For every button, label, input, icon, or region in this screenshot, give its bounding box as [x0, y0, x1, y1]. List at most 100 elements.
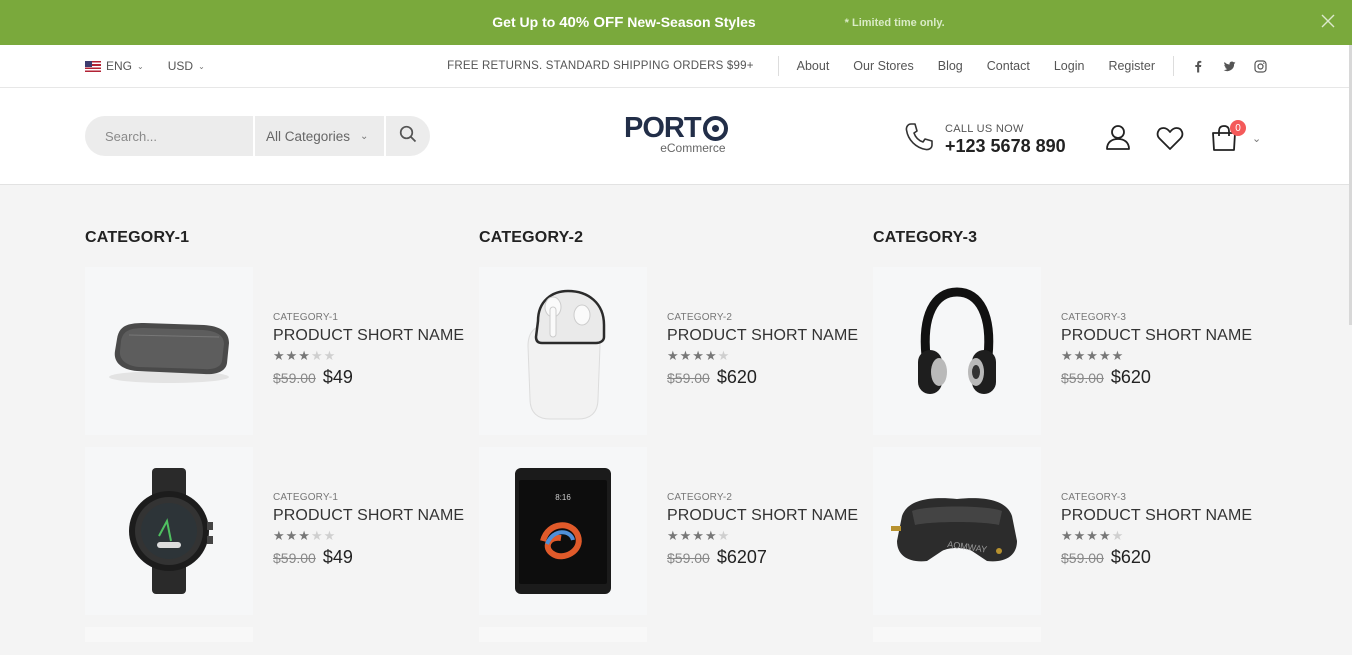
product-card: CATEGORY-1 PRODUCT SHORT NAME ★★★★★ $59.… — [85, 447, 479, 615]
product-name[interactable]: PRODUCT SHORT NAME — [273, 327, 464, 345]
search-icon — [399, 125, 417, 148]
logo[interactable]: PORT eCommerce — [624, 113, 728, 155]
language-label: ENG — [106, 59, 133, 73]
product-card: CATEGORY-1 PRODUCT SHORT NAME ★★★★★ $59.… — [85, 267, 479, 435]
top-bar: ENG ⌄ USD ⌄ FREE RETURNS. STANDARD SHIPP… — [0, 45, 1352, 88]
main-header: All Categories ⌄ PORT eCommerce CALL US … — [0, 88, 1352, 185]
rating-stars: ★★★★★ — [273, 528, 337, 543]
chevron-down-icon[interactable]: ⌄ — [1252, 132, 1261, 145]
product-image-speaker[interactable] — [85, 267, 253, 435]
category-column: CATEGORY-1 CATEGORY-1 PRODUCT SHORT NAME… — [85, 185, 479, 642]
product-card: 8:16 CATEGORY-2 PRODUCT SHORT NAME ★★★★★… — [479, 447, 873, 615]
instagram-icon[interactable] — [1254, 59, 1267, 73]
product-price: $59.00 $620 — [1061, 547, 1252, 568]
product-price: $59.00 $620 — [667, 367, 858, 388]
rating-stars: ★★★★★ — [667, 348, 731, 363]
product-card-partial — [873, 627, 1041, 642]
search-button[interactable] — [386, 116, 430, 156]
cart-icon[interactable]: 0 — [1210, 120, 1246, 157]
chevron-down-icon: ⌄ — [198, 61, 205, 71]
product-name[interactable]: PRODUCT SHORT NAME — [667, 327, 858, 345]
language-switcher[interactable]: ENG ⌄ — [85, 59, 144, 73]
current-price: $620 — [1110, 367, 1151, 387]
old-price: $59.00 — [667, 370, 710, 386]
old-price: $59.00 — [273, 550, 316, 566]
logo-text: PORT — [624, 112, 702, 144]
product-category[interactable]: CATEGORY-2 — [667, 312, 858, 323]
product-image-headphones[interactable] — [873, 267, 1041, 435]
product-image-phone[interactable]: 8:16 — [479, 447, 647, 615]
category-column: CATEGORY-3 CATEGORY-3 PRODUCT SHORT NAME — [873, 185, 1267, 642]
category-select-label: All Categories — [266, 128, 351, 144]
rating-stars: ★★★★★ — [667, 528, 731, 543]
category-select[interactable]: All Categories ⌄ — [255, 116, 386, 156]
cart-count-badge: 0 — [1230, 120, 1246, 136]
us-flag-icon — [85, 60, 101, 72]
heart-icon[interactable] — [1156, 125, 1184, 156]
product-image-watch[interactable] — [85, 447, 253, 615]
current-price: $49 — [322, 547, 353, 567]
product-category[interactable]: CATEGORY-1 — [273, 492, 464, 503]
product-card: CATEGORY-3 PRODUCT SHORT NAME ★★★★★ $59.… — [873, 267, 1267, 435]
product-price: $59.00 $49 — [273, 367, 464, 388]
rating-stars: ★★★★★ — [1061, 528, 1125, 543]
phone-number: +123 5678 890 — [945, 135, 1066, 156]
call-us[interactable]: CALL US NOW +123 5678 890 — [903, 121, 1066, 158]
product-category[interactable]: CATEGORY-3 — [1061, 312, 1252, 323]
shipping-notice: FREE RETURNS. STANDARD SHIPPING ORDERS $… — [447, 60, 754, 72]
link-contact[interactable]: Contact — [987, 59, 1030, 73]
promo-note: * Limited time only. — [844, 16, 945, 29]
top-links: About Our Stores Blog Contact Login Regi… — [797, 59, 1155, 73]
product-image-earbuds[interactable] — [479, 267, 647, 435]
chevron-down-icon: ⌄ — [137, 61, 144, 71]
column-title: CATEGORY-2 — [479, 229, 584, 246]
divider — [1173, 56, 1174, 76]
link-login[interactable]: Login — [1054, 59, 1085, 73]
category-column: CATEGORY-2 CATEGORY-2 PRODUCT SHORT NAME… — [479, 185, 873, 642]
svg-text:8:16: 8:16 — [555, 493, 571, 502]
product-grid: CATEGORY-1 CATEGORY-1 PRODUCT SHORT NAME… — [0, 185, 1352, 642]
promo-text: Get Up to 40% OFF New-Season Styles — [492, 14, 756, 31]
product-card: AOMWAY CATEGORY-3 PRODUCT SHORT NAME ★★★… — [873, 447, 1267, 615]
old-price: $59.00 — [1061, 370, 1104, 386]
currency-label: USD — [167, 59, 194, 73]
twitter-icon[interactable] — [1223, 60, 1236, 73]
current-price: $620 — [1110, 547, 1151, 567]
close-icon[interactable] — [1320, 13, 1336, 29]
link-blog[interactable]: Blog — [938, 59, 963, 73]
product-name[interactable]: PRODUCT SHORT NAME — [1061, 507, 1252, 525]
chevron-down-icon: ⌄ — [360, 130, 369, 142]
call-us-label: CALL US NOW — [945, 122, 1024, 135]
rating-stars: ★★★★★ — [273, 348, 337, 363]
product-price: $59.00 $620 — [1061, 367, 1252, 388]
product-image-vr-goggles[interactable]: AOMWAY — [873, 447, 1041, 615]
product-card-partial — [479, 627, 647, 642]
product-price: $59.00 $6207 — [667, 547, 858, 568]
product-card-partial — [85, 627, 253, 642]
product-name[interactable]: PRODUCT SHORT NAME — [1061, 327, 1252, 345]
product-category[interactable]: CATEGORY-1 — [273, 312, 464, 323]
column-title: CATEGORY-3 — [873, 229, 978, 246]
search-input[interactable] — [85, 116, 255, 156]
product-category[interactable]: CATEGORY-3 — [1061, 492, 1252, 503]
divider — [777, 56, 779, 76]
logo-mark — [702, 115, 728, 141]
product-price: $59.00 $49 — [273, 547, 464, 568]
product-name[interactable]: PRODUCT SHORT NAME — [273, 507, 464, 525]
link-register[interactable]: Register — [1108, 59, 1155, 73]
current-price: $49 — [322, 367, 353, 387]
old-price: $59.00 — [1061, 550, 1104, 566]
user-icon[interactable] — [1104, 123, 1132, 156]
old-price: $59.00 — [667, 550, 710, 566]
facebook-icon[interactable] — [1192, 60, 1205, 73]
link-our-stores[interactable]: Our Stores — [853, 59, 913, 73]
column-title: CATEGORY-1 — [85, 229, 190, 246]
product-card: CATEGORY-2 PRODUCT SHORT NAME ★★★★★ $59.… — [479, 267, 873, 435]
old-price: $59.00 — [273, 370, 316, 386]
current-price: $620 — [716, 367, 757, 387]
currency-switcher[interactable]: USD ⌄ — [168, 59, 205, 73]
link-about[interactable]: About — [797, 59, 830, 73]
phone-icon — [903, 121, 935, 158]
product-name[interactable]: PRODUCT SHORT NAME — [667, 507, 858, 525]
product-category[interactable]: CATEGORY-2 — [667, 492, 858, 503]
